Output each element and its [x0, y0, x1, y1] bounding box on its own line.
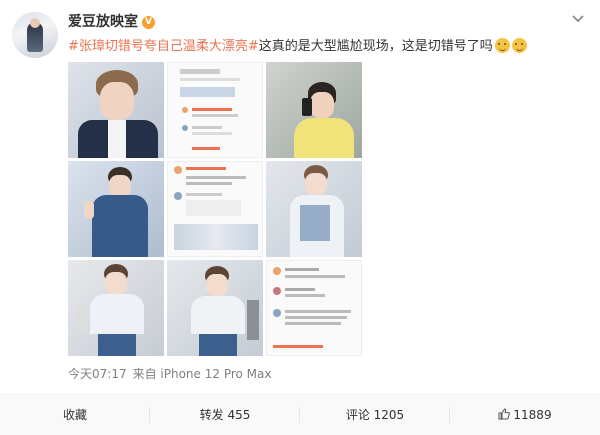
photo-6[interactable] — [266, 161, 362, 257]
photo-1[interactable] — [68, 62, 164, 158]
photo-3[interactable] — [266, 62, 362, 158]
thumbs-up-icon — [498, 408, 511, 420]
action-bar: 收藏 转发 455 评论 1205 11889 — [0, 394, 600, 435]
favorite-button[interactable]: 收藏 — [0, 395, 150, 435]
author-name-row: 爱豆放映室 V — [68, 12, 155, 32]
photo-4[interactable] — [68, 161, 164, 257]
smile-emoji-icon — [494, 38, 510, 53]
photo-9[interactable] — [266, 260, 362, 356]
image-grid — [68, 62, 363, 357]
weibo-post-card: 爱豆放映室 V #张璋切错号夸自己温柔大漂亮#这真的是大型尴尬现场，这是切错号了吗 — [0, 0, 600, 435]
like-count: 11889 — [513, 408, 552, 422]
smile-emoji-icon — [511, 38, 527, 53]
hashtag-link[interactable]: #张璋切错号夸自己温柔大漂亮# — [68, 39, 259, 54]
avatar-head — [30, 18, 40, 28]
photo-7[interactable] — [68, 260, 164, 356]
photo-2[interactable] — [167, 62, 263, 158]
post-body: 这真的是大型尴尬现场，这是切错号了吗 — [258, 39, 493, 54]
post-time[interactable]: 今天07:17 — [68, 367, 127, 381]
post-source: 来自 iPhone 12 Pro Max — [132, 367, 272, 381]
photo-5[interactable] — [167, 161, 263, 257]
photo-8[interactable] — [167, 260, 263, 356]
post-text: #张璋切错号夸自己温柔大漂亮#这真的是大型尴尬现场，这是切错号了吗 — [68, 37, 527, 57]
favorite-label: 收藏 — [62, 408, 87, 422]
chevron-down-icon[interactable] — [571, 14, 585, 24]
avatar[interactable] — [12, 12, 58, 58]
post-meta: 今天07:17 来自 iPhone 12 Pro Max — [68, 366, 277, 382]
repost-button[interactable]: 转发 455 — [150, 395, 300, 435]
like-button[interactable]: 11889 — [450, 395, 600, 435]
comment-label: 评论 1205 — [345, 408, 405, 422]
author-name[interactable]: 爱豆放映室 — [68, 14, 138, 30]
verified-badge-icon: V — [142, 15, 155, 29]
comment-button[interactable]: 评论 1205 — [300, 395, 450, 435]
repost-label: 转发 455 — [199, 408, 251, 422]
